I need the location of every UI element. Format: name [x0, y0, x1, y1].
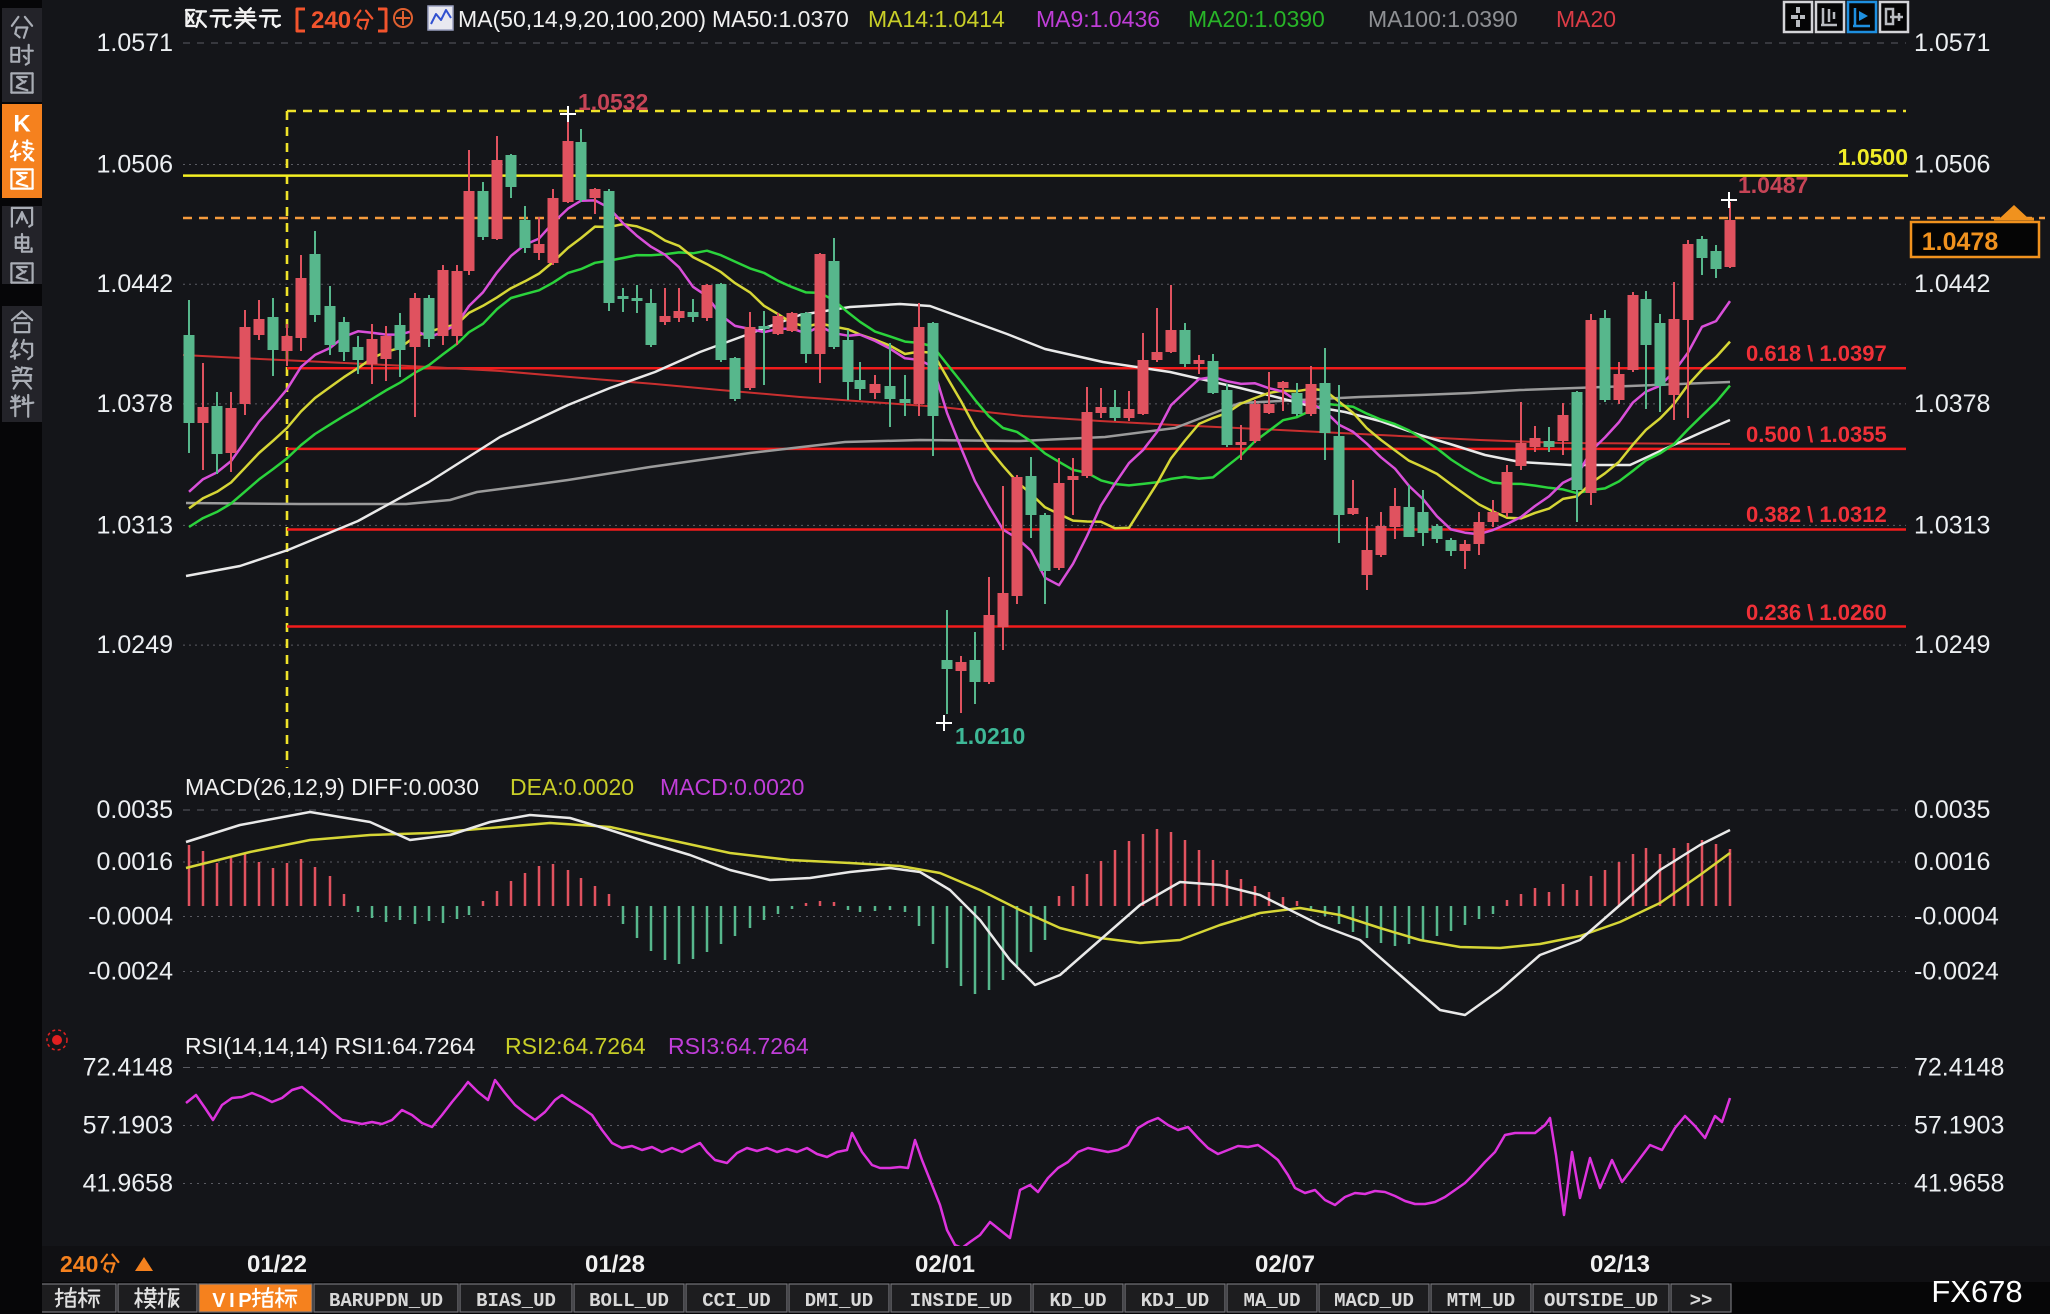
- svg-text:RSI2:64.7264: RSI2:64.7264: [505, 1033, 646, 1059]
- svg-text:240: 240: [60, 1251, 98, 1277]
- svg-text:1.0378: 1.0378: [97, 390, 173, 418]
- svg-text:1.0442: 1.0442: [1914, 270, 1990, 298]
- svg-text:KDJ_UD: KDJ_UD: [1141, 1290, 1209, 1312]
- svg-text:MA14:1.0414: MA14:1.0414: [868, 6, 1005, 32]
- svg-text:MACD:0.0020: MACD:0.0020: [660, 774, 804, 800]
- svg-text:>>: >>: [1690, 1290, 1713, 1312]
- svg-text:1.0506: 1.0506: [1914, 151, 1990, 179]
- svg-text:-0.0004: -0.0004: [1914, 903, 1999, 931]
- svg-text:MACD_UD: MACD_UD: [1334, 1290, 1414, 1312]
- svg-text:1.0532: 1.0532: [578, 89, 648, 115]
- svg-text:1.0442: 1.0442: [97, 270, 173, 298]
- svg-text:P: P: [238, 1290, 251, 1312]
- svg-text:0.0016: 0.0016: [97, 848, 173, 876]
- svg-text:MA50:1.0370: MA50:1.0370: [712, 6, 849, 32]
- svg-text:1.0210: 1.0210: [955, 723, 1025, 749]
- svg-text:V: V: [212, 1290, 226, 1312]
- svg-text:0.618 \ 1.0397: 0.618 \ 1.0397: [1746, 341, 1887, 366]
- svg-text:72.4148: 72.4148: [1914, 1054, 2004, 1082]
- svg-text:MA_UD: MA_UD: [1243, 1290, 1300, 1312]
- svg-text:240: 240: [311, 7, 351, 34]
- svg-text:0.500 \ 1.0355: 0.500 \ 1.0355: [1746, 422, 1887, 447]
- svg-text:02/13: 02/13: [1590, 1251, 1650, 1278]
- svg-text:01/28: 01/28: [585, 1251, 645, 1278]
- svg-text:0.0016: 0.0016: [1914, 848, 1990, 876]
- svg-text:1.0571: 1.0571: [97, 29, 173, 57]
- svg-text:MA(50,14,9,20,100,200): MA(50,14,9,20,100,200): [458, 6, 706, 32]
- svg-text:1.0313: 1.0313: [97, 511, 173, 539]
- svg-text:FX678: FX678: [1931, 1274, 2022, 1309]
- svg-text:1.0249: 1.0249: [97, 631, 173, 659]
- svg-text:BARUPDN_UD: BARUPDN_UD: [329, 1290, 443, 1312]
- svg-text:1.0506: 1.0506: [97, 151, 173, 179]
- svg-text:-0.0024: -0.0024: [1914, 958, 1999, 986]
- svg-text:1.0487: 1.0487: [1738, 172, 1808, 198]
- svg-text:72.4148: 72.4148: [83, 1054, 173, 1082]
- svg-text:02/01: 02/01: [915, 1251, 975, 1278]
- svg-text:1.0571: 1.0571: [1914, 29, 1990, 57]
- svg-text:0.0035: 0.0035: [1914, 796, 1990, 824]
- svg-text:KD_UD: KD_UD: [1049, 1290, 1106, 1312]
- svg-text:-0.0004: -0.0004: [88, 903, 173, 931]
- svg-text:0.236 \ 1.0260: 0.236 \ 1.0260: [1746, 600, 1887, 625]
- svg-text:K: K: [13, 110, 31, 137]
- svg-text:1.0500: 1.0500: [1838, 144, 1908, 170]
- svg-text:RSI3:64.7264: RSI3:64.7264: [668, 1033, 809, 1059]
- svg-text:1.0249: 1.0249: [1914, 631, 1990, 659]
- svg-text:41.9658: 41.9658: [83, 1170, 173, 1198]
- svg-text:MA20:1.0390: MA20:1.0390: [1188, 6, 1325, 32]
- svg-text:1.0478: 1.0478: [1922, 228, 1999, 256]
- svg-text:INSIDE_UD: INSIDE_UD: [910, 1290, 1013, 1312]
- svg-text:57.1903: 57.1903: [83, 1112, 173, 1140]
- svg-text:0.382 \ 1.0312: 0.382 \ 1.0312: [1746, 502, 1887, 527]
- svg-text:02/07: 02/07: [1255, 1251, 1315, 1278]
- svg-text:0.0035: 0.0035: [97, 796, 173, 824]
- svg-text:DMI_UD: DMI_UD: [805, 1290, 873, 1312]
- svg-text:MA9:1.0436: MA9:1.0436: [1036, 6, 1160, 32]
- svg-text:-0.0024: -0.0024: [88, 958, 173, 986]
- svg-text:1.0313: 1.0313: [1914, 511, 1990, 539]
- svg-text:57.1903: 57.1903: [1914, 1112, 2004, 1140]
- svg-text:BOLL_UD: BOLL_UD: [589, 1290, 669, 1312]
- svg-text:CCI_UD: CCI_UD: [702, 1290, 770, 1312]
- svg-text:RSI(14,14,14) RSI1:64.7264: RSI(14,14,14) RSI1:64.7264: [185, 1033, 475, 1059]
- svg-text:MA100:1.0390: MA100:1.0390: [1368, 6, 1518, 32]
- svg-text:41.9658: 41.9658: [1914, 1170, 2004, 1198]
- svg-text:01/22: 01/22: [247, 1251, 307, 1278]
- svg-text:MTM_UD: MTM_UD: [1447, 1290, 1515, 1312]
- svg-text:1.0378: 1.0378: [1914, 390, 1990, 418]
- svg-text:I: I: [229, 1290, 235, 1312]
- svg-text:MACD(26,12,9) DIFF:0.0030: MACD(26,12,9) DIFF:0.0030: [185, 774, 479, 800]
- svg-text:OUTSIDE_UD: OUTSIDE_UD: [1544, 1290, 1658, 1312]
- svg-text:BIAS_UD: BIAS_UD: [476, 1290, 556, 1312]
- svg-text:DEA:0.0020: DEA:0.0020: [510, 774, 634, 800]
- svg-text:MA20: MA20: [1556, 6, 1616, 32]
